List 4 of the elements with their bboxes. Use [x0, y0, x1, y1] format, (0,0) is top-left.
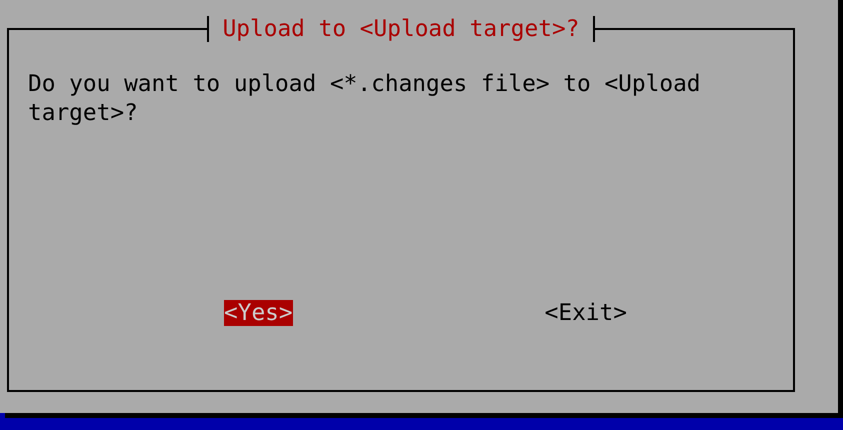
dialog-message: Do you want to upload <*.changes file> to <Upload target>? — [28, 70, 702, 128]
dialog-button[interactable]: <Exit> — [544, 300, 627, 326]
dialog-button[interactable]: <Yes> — [224, 300, 293, 326]
dialog-title: Upload to <Upload target>? — [206, 16, 596, 42]
